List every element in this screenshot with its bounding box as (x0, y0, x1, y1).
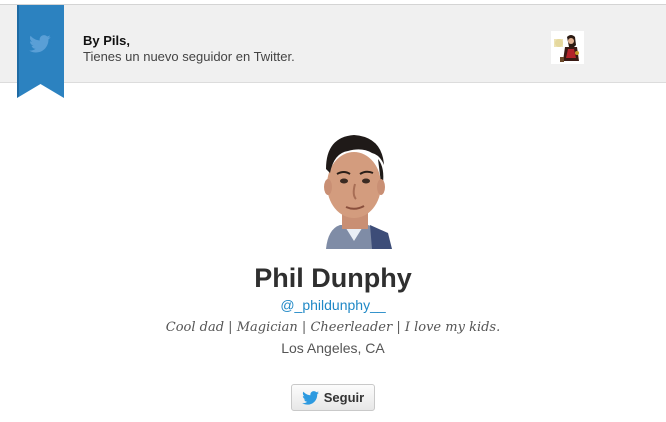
twitter-bird-icon (301, 390, 319, 405)
profile-location: Los Angeles, CA (281, 340, 385, 356)
notification-header: By Pils, Tienes un nuevo seguidor en Twi… (0, 5, 666, 83)
profile-name[interactable]: Phil Dunphy (0, 263, 666, 294)
follow-button-label: Seguir (323, 390, 365, 405)
twitter-ribbon (17, 5, 64, 98)
follow-button[interactable]: Seguir (291, 384, 375, 411)
greeting-text: By Pils, (83, 33, 130, 48)
profile-bio: Cool dad | Magician | Cheerleader | I lo… (165, 320, 501, 335)
profile-photo[interactable] (308, 129, 400, 249)
follower-avatar[interactable] (551, 31, 584, 64)
profile-handle-link[interactable]: @_phildunphy__ (0, 297, 666, 313)
notification-message: Tienes un nuevo seguidor en Twitter. (83, 49, 295, 64)
